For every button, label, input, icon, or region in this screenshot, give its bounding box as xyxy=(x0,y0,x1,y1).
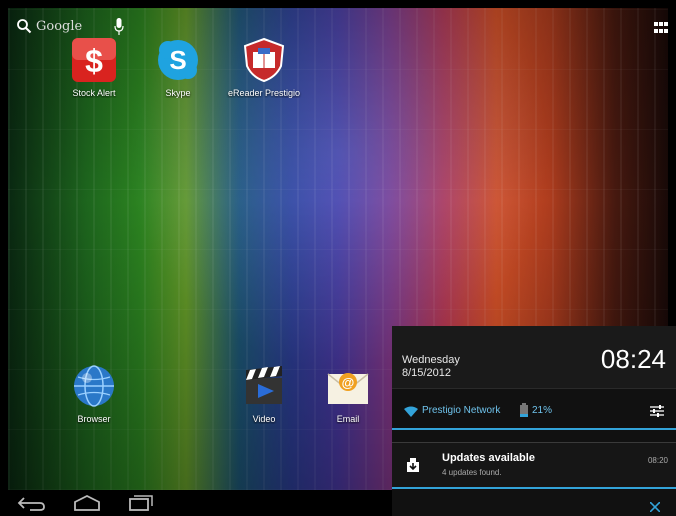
dollar-icon: $ xyxy=(72,38,116,82)
clapperboard-icon xyxy=(246,366,282,404)
svg-text:S: S xyxy=(169,45,186,75)
app-label: Browser xyxy=(77,414,111,424)
weekday-label: Wednesday xyxy=(402,354,460,366)
app-skype[interactable]: S Skype xyxy=(138,38,218,98)
android-tablet-screen: Google $ Stock Alert S Skype eReader Pre… xyxy=(0,0,676,516)
app-video[interactable]: Video xyxy=(224,364,304,424)
download-icon xyxy=(407,458,419,472)
all-apps-grid-icon[interactable] xyxy=(654,22,668,34)
svg-text:$: $ xyxy=(85,43,103,79)
app-stock-alert[interactable]: $ Stock Alert xyxy=(54,38,134,98)
app-label: Stock Alert xyxy=(72,88,116,98)
app-ereader-prestigio[interactable]: eReader Prestigio xyxy=(224,37,304,98)
date-label: 8/15/2012 xyxy=(402,367,451,379)
app-label: eReader Prestigio xyxy=(227,88,301,98)
app-browser[interactable]: Browser xyxy=(54,364,134,424)
app-email[interactable]: @ Email xyxy=(308,364,388,424)
back-icon[interactable] xyxy=(16,494,46,512)
google-search-label: Google xyxy=(36,18,83,34)
globe-icon xyxy=(74,365,114,407)
network-name: Prestigio Network xyxy=(422,405,501,416)
quick-settings-icon[interactable] xyxy=(650,404,664,418)
wifi-icon xyxy=(404,406,418,417)
clear-notifications-icon[interactable] xyxy=(650,502,660,512)
recent-apps-icon[interactable] xyxy=(126,494,156,512)
app-label: Email xyxy=(336,414,360,424)
clock-time: 08:24 xyxy=(600,344,666,374)
notification-item[interactable] xyxy=(392,442,676,489)
book-shield-icon xyxy=(243,37,285,83)
notification-subtitle: 4 updates found. xyxy=(442,468,502,477)
battery-icon xyxy=(520,403,528,417)
notification-title: Updates available xyxy=(442,452,535,464)
date-block: Wednesday 8/15/2012 xyxy=(402,354,460,380)
search-icon xyxy=(17,19,32,34)
microphone-icon[interactable] xyxy=(114,18,124,36)
home-icon[interactable] xyxy=(72,494,102,512)
skype-icon: S xyxy=(158,40,198,80)
app-label: Skype xyxy=(165,88,191,98)
navigation-bar xyxy=(0,490,392,516)
notification-time: 08:20 xyxy=(647,456,668,465)
svg-text:@: @ xyxy=(342,375,355,390)
battery-level: 21% xyxy=(532,405,553,416)
envelope-icon: @ xyxy=(327,373,369,404)
google-search-bar[interactable]: Google xyxy=(16,18,82,34)
app-label: Video xyxy=(252,414,276,424)
notification-panel: Wednesday 8/15/2012 08:24 Prestigio Netw… xyxy=(392,326,676,516)
